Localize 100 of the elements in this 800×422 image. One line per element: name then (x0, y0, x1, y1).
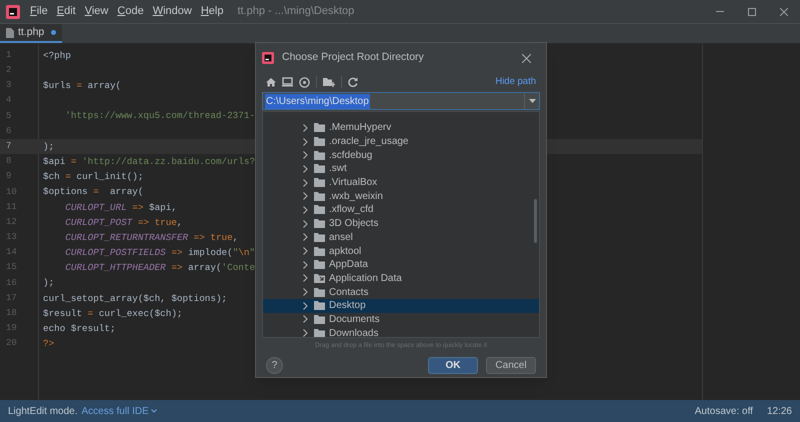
access-ide-link[interactable]: Access full IDE (82, 404, 157, 418)
folder-icon (314, 205, 325, 214)
file-icon (6, 28, 14, 38)
line-number: 9 (5, 170, 12, 184)
code-line: CURLOPT_POST => true, (65, 216, 182, 230)
clock-text: 12:26 (766, 404, 792, 418)
menu-item[interactable]: Code (117, 3, 144, 20)
line-number: 10 (5, 186, 18, 199)
app-logo-icon (262, 52, 274, 64)
tree-item[interactable]: .VirtualBox (263, 176, 539, 190)
path-combo-box[interactable]: C:\Users\ming\Desktop (262, 92, 540, 110)
line-number: 12 (5, 216, 18, 229)
minimize-icon (716, 10, 724, 12)
folder-icon (314, 260, 325, 270)
code-line: echo $result; (43, 322, 116, 336)
folder-icon (314, 164, 325, 174)
maximize-icon (748, 8, 756, 16)
menu-item[interactable]: Edit (56, 3, 76, 20)
line-number: 6 (5, 124, 12, 138)
cancel-button[interactable]: Cancel (486, 356, 536, 374)
folder-icon (314, 328, 325, 337)
code-line: $result = curl_exec($ch); (43, 306, 182, 321)
tree-item[interactable]: AppData (263, 258, 539, 272)
close-icon (522, 54, 530, 62)
linked-folder-icon (314, 274, 325, 283)
code-line: ?> (43, 337, 54, 352)
folder-icon (314, 178, 325, 188)
line-number: 7 (5, 140, 12, 153)
dialog-title: Choose Project Root Directory (282, 50, 424, 66)
autosave-status[interactable]: Autosave: off (694, 404, 753, 418)
tree-item[interactable]: .scfdebug (263, 148, 539, 162)
folder-icon (314, 137, 325, 146)
help-button[interactable]: ? (266, 356, 283, 374)
code-line: <?php (43, 48, 71, 63)
line-number: 3 (5, 79, 12, 92)
tree-item[interactable]: .swt (263, 162, 539, 176)
tree-item[interactable]: .xflow_cfd (263, 203, 539, 217)
line-number: 5 (5, 110, 12, 123)
line-number: 13 (5, 231, 18, 244)
line-number: 8 (5, 155, 12, 168)
tree-item[interactable]: 3D Objects (263, 216, 539, 230)
folder-icon (314, 246, 325, 256)
tree-item[interactable]: .oracle_jre_usage (263, 134, 539, 148)
code-line: CURLOPT_URL => $api, (65, 200, 177, 214)
menu-item[interactable]: Window (152, 3, 192, 20)
line-number: 14 (5, 246, 18, 260)
code-line: $api = 'http://data.zz.baidu.com/urls? (43, 154, 256, 169)
code-line: $urls = array( (43, 79, 122, 93)
desktop-icon[interactable] (282, 77, 293, 87)
tree-item[interactable]: Contacts (263, 285, 539, 299)
code-line: 'https://www.xqu5.com/thread-2371- (65, 109, 255, 124)
dropdown-icon[interactable] (528, 99, 536, 103)
folder-icon (314, 150, 325, 160)
code-line: ); (43, 276, 54, 290)
line-number: 17 (5, 292, 18, 305)
ok-button[interactable]: OK (428, 356, 478, 374)
code-line: CURLOPT_HTTPHEADER => array('Conte (65, 261, 256, 276)
line-number: 20 (5, 337, 18, 350)
line-number: 15 (5, 261, 18, 274)
app-logo-icon (6, 4, 20, 18)
code-line: $ch = curl_init(); (43, 170, 144, 184)
hide-path-link[interactable]: Hide path (495, 74, 536, 90)
tree-item[interactable]: apktool (263, 244, 539, 258)
code-line: CURLOPT_POSTFIELDS => implode("\n" (65, 246, 256, 260)
folder-icon (314, 192, 325, 201)
tree-item[interactable]: .MemuHyperv (263, 121, 539, 135)
tree-item[interactable]: Documents (263, 312, 539, 326)
home-icon[interactable] (266, 77, 276, 87)
new-folder-icon[interactable] (323, 77, 335, 87)
folder-icon (314, 232, 325, 242)
line-number: 19 (5, 322, 18, 336)
tab-label: tt.php (18, 24, 44, 40)
close-icon (780, 8, 788, 16)
folder-icon (314, 123, 325, 132)
tree-item[interactable]: Desktop (263, 298, 539, 313)
status-text: LightEdit mode. (8, 404, 78, 418)
tree-item[interactable]: .wxb_weixin (263, 189, 539, 204)
code-line: CURLOPT_RETURNTRANSFER => true, (65, 230, 238, 245)
refresh-icon[interactable] (348, 77, 358, 87)
menu-item[interactable]: View (84, 3, 108, 20)
code-line: curl_setopt_array($ch, $options); (43, 292, 228, 306)
menu-item[interactable]: File (30, 3, 48, 20)
close-button[interactable] (520, 52, 532, 64)
line-number: 16 (5, 276, 18, 290)
line-number: 4 (5, 94, 12, 108)
line-number: 2 (5, 64, 12, 78)
target-icon[interactable] (299, 76, 310, 88)
folder-icon (314, 219, 325, 228)
tree-item[interactable]: Application Data (263, 272, 539, 286)
window-title: tt.php - ...\ming\Desktop (237, 4, 354, 20)
chevron-down-icon[interactable] (150, 409, 157, 413)
menu-item[interactable]: Help (200, 3, 224, 20)
editor-tab[interactable]: tt.php (0, 24, 62, 43)
tree-item[interactable]: ansel (263, 230, 539, 244)
folder-icon (314, 301, 325, 310)
tree-item[interactable]: Downloads (263, 326, 539, 337)
code-line: ); (43, 140, 54, 154)
scrollbar[interactable] (534, 199, 537, 243)
line-number: 11 (5, 200, 18, 214)
line-number: 1 (5, 48, 12, 62)
